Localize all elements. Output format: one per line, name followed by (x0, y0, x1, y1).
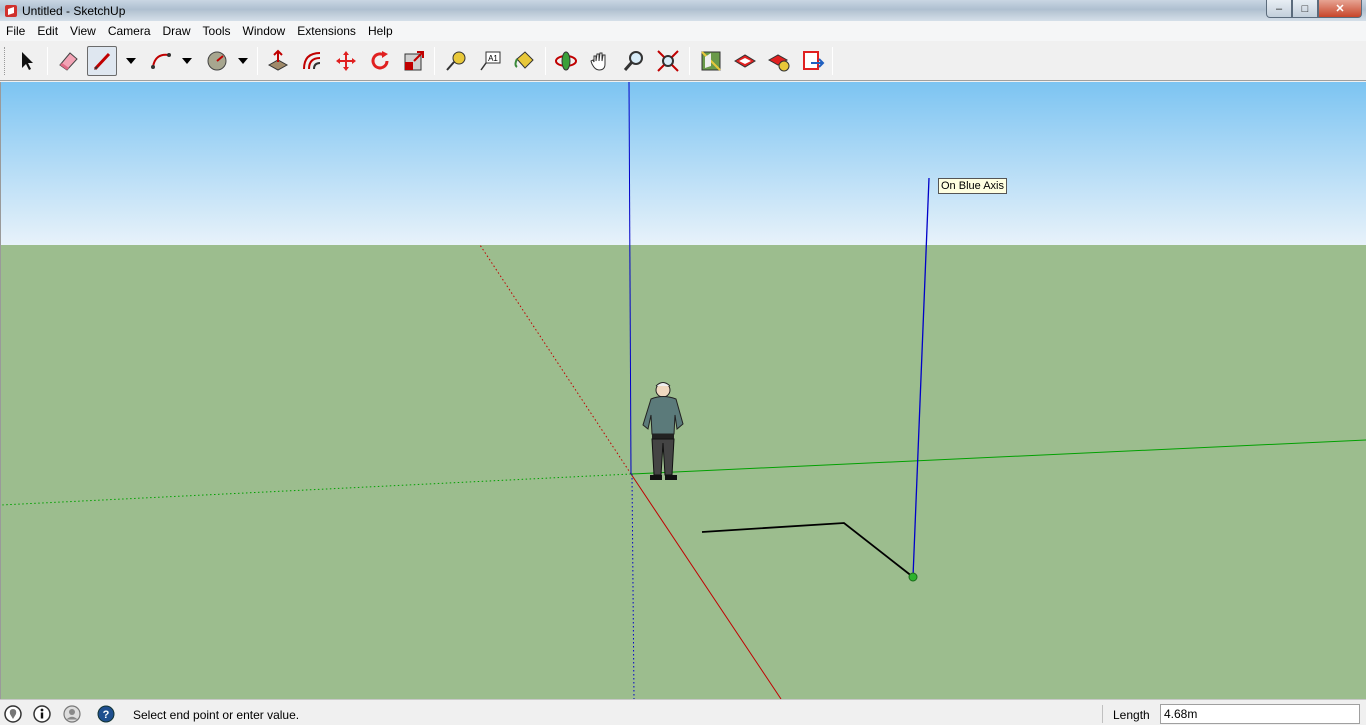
text-tool-icon: A1 (480, 51, 501, 71)
push-pull-tool-icon (267, 49, 289, 71)
minimize-button[interactable]: – (1266, 0, 1292, 18)
extension-manager-button[interactable] (764, 46, 794, 76)
drawing-viewport[interactable]: On Blue Axis (0, 82, 1366, 699)
menu-bar: File Edit View Camera Draw Tools Window … (0, 21, 1366, 41)
toolbar-separator (257, 47, 258, 75)
warehouse-icon (701, 51, 721, 71)
sky (1, 82, 1366, 245)
measurements-label: Length (1113, 708, 1150, 722)
toolbar-separator (47, 47, 48, 75)
menu-tools[interactable]: Tools (197, 21, 237, 41)
send-to-layout-button[interactable] (798, 46, 828, 76)
text-tool-button[interactable]: A1 (475, 46, 505, 76)
close-button[interactable]: ✕ (1318, 0, 1362, 18)
select-tool-icon (22, 52, 33, 70)
status-message: Select end point or enter value. (133, 708, 300, 722)
credits-icon (33, 705, 51, 723)
scene-canvas[interactable] (1, 82, 1366, 699)
select-tool-button[interactable] (12, 46, 42, 76)
eraser-tool-icon (59, 52, 78, 71)
push-pull-tool-button[interactable] (263, 46, 293, 76)
arc-dropdown-button[interactable] (180, 53, 194, 69)
move-tool-icon (336, 51, 356, 71)
window-title: Untitled - SketchUp (22, 3, 126, 18)
toolbar-separator (434, 47, 435, 75)
extension-warehouse-button[interactable] (730, 46, 760, 76)
toolbar-grip[interactable] (4, 47, 7, 75)
menu-draw[interactable]: Draw (157, 21, 197, 41)
scale-tool-icon (404, 51, 424, 71)
getting-started-toolbar: A1 (0, 41, 1366, 81)
toolbar-separator (832, 47, 833, 75)
start-point-marker (908, 572, 918, 582)
geo-location-button[interactable] (4, 705, 22, 723)
user-account-icon (63, 705, 81, 723)
measurements-input[interactable]: 4.68m (1160, 704, 1360, 724)
pan-tool-icon (590, 52, 606, 71)
instructor-help-icon: ? (97, 705, 115, 723)
paint-bucket-tool-button[interactable] (509, 46, 539, 76)
menu-edit[interactable]: Edit (31, 21, 64, 41)
svg-text:?: ? (103, 709, 110, 721)
eraser-tool-button[interactable] (53, 46, 83, 76)
credits-button[interactable] (33, 705, 51, 723)
measurements-separator (1102, 705, 1103, 723)
warehouse-button[interactable] (696, 46, 726, 76)
maximize-button[interactable]: □ (1292, 0, 1318, 18)
zoom-extents-tool-icon (657, 50, 679, 72)
svg-text:A1: A1 (488, 54, 498, 63)
line-tool-button[interactable] (87, 46, 117, 76)
inference-tooltip: On Blue Axis (938, 178, 1007, 194)
orbit-tool-button[interactable] (551, 46, 581, 76)
user-account-button[interactable] (63, 705, 81, 723)
sketchup-logo-icon (5, 4, 17, 17)
window-controls: – □ ✕ (1266, 0, 1362, 18)
menu-window[interactable]: Window (237, 21, 292, 41)
extension-manager-icon (767, 54, 790, 72)
offset-tool-button[interactable] (297, 46, 327, 76)
status-bar: ? Select end point or enter value. Lengt… (0, 699, 1366, 725)
zoom-extents-tool-button[interactable] (653, 46, 683, 76)
paint-bucket-tool-icon (514, 51, 534, 69)
chevron-down-icon (126, 58, 136, 64)
extension-warehouse-icon (734, 54, 756, 68)
rotate-tool-button[interactable] (365, 46, 395, 76)
toolbar-separator (689, 47, 690, 75)
menu-extensions[interactable]: Extensions (291, 21, 362, 41)
draw-dropdown-button[interactable] (124, 53, 138, 69)
zoom-tool-icon (623, 51, 643, 71)
arc-tool-icon (151, 53, 171, 69)
shapes-dropdown-button[interactable] (236, 53, 250, 69)
send-to-layout-icon (803, 51, 825, 70)
title-bar: Untitled - SketchUp – □ ✕ (0, 0, 1366, 21)
toolbar-separator (545, 47, 546, 75)
geo-location-icon (4, 705, 22, 723)
shapes-tool-button[interactable] (202, 46, 232, 76)
rotate-tool-icon (371, 51, 389, 70)
pan-tool-button[interactable] (585, 46, 615, 76)
offset-tool-icon (303, 52, 321, 70)
move-tool-button[interactable] (331, 46, 361, 76)
zoom-tool-button[interactable] (619, 46, 649, 76)
menu-help[interactable]: Help (362, 21, 399, 41)
menu-view[interactable]: View (64, 21, 102, 41)
tape-measure-tool-icon (446, 51, 466, 71)
chevron-down-icon (182, 58, 192, 64)
menu-file[interactable]: File (0, 21, 31, 41)
scale-tool-button[interactable] (399, 46, 429, 76)
orbit-tool-icon (555, 51, 577, 71)
chevron-down-icon (238, 58, 248, 64)
tape-measure-tool-button[interactable] (441, 46, 471, 76)
instructor-help-button[interactable]: ? (97, 705, 115, 723)
line-tool-icon (93, 52, 111, 71)
menu-camera[interactable]: Camera (102, 21, 157, 41)
shapes-tool-icon (207, 51, 227, 71)
arc-tool-button[interactable] (146, 46, 176, 76)
